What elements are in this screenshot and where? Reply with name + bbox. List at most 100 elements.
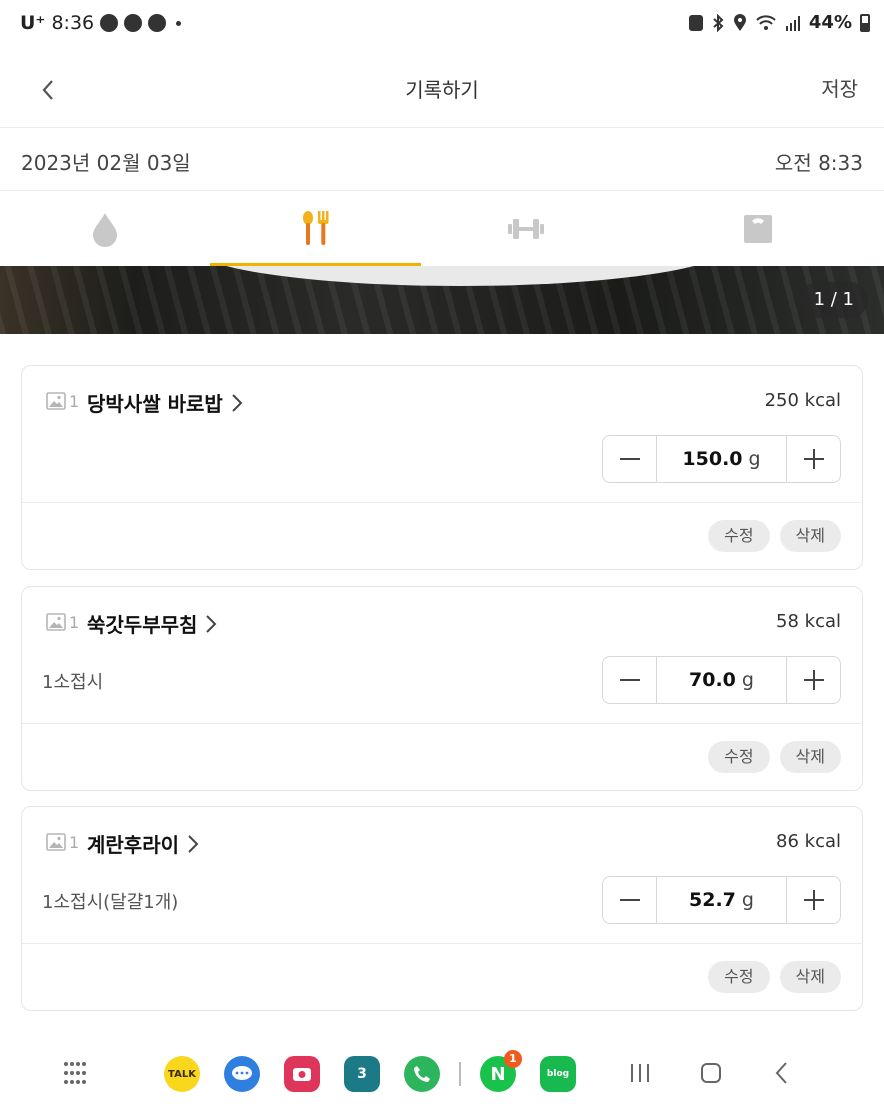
tab-meal[interactable] [210,192,422,266]
notification-icon [100,14,119,32]
page-title: 기록하기 [405,78,479,102]
food-kcal: 58 kcal [776,611,841,632]
app-drawer-button[interactable] [58,1058,92,1088]
chevron-right-icon [206,614,217,633]
amount-field[interactable]: 70.0 g [656,657,787,703]
amount-stepper: 70.0 g [602,656,841,704]
tab-exercise[interactable] [421,192,631,266]
chat-notification-icon [124,14,143,32]
plus-icon [803,890,824,910]
messenger-notification-icon [148,14,167,32]
back-arrow-icon [775,1062,787,1084]
phone-app-icon[interactable] [404,1056,440,1092]
food-card: 1 계란후라이 86 kcal 1소접시(달걀1개) 52.7 g 수정 삭제 [21,806,863,1011]
phone-icon [414,1066,430,1082]
food-name: 당박사쌀 바로밥 [87,392,223,416]
battery-icon [860,13,870,32]
grid-icon [64,1062,86,1084]
status-bar: U⁺ 8:36 44% [0,0,884,52]
plate-image [190,266,730,286]
camera-app-icon[interactable] [284,1056,320,1092]
more-notifications-icon [176,20,182,26]
photo-page-indicator: 1 / 1 [799,282,868,318]
location-icon [733,13,746,31]
minus-icon [619,458,640,460]
dumbbell-icon [508,219,545,239]
minus-icon [619,679,640,681]
image-icon [46,833,66,851]
carrier-label: U⁺ [20,12,46,34]
food-portion: 1소접시 [42,672,104,693]
amount-unit: g [741,889,754,911]
amount-unit: g [748,448,761,470]
decrease-button[interactable] [603,436,656,482]
delete-button[interactable]: 삭제 [779,741,841,773]
food-portion: 1소접시(달걀1개) [42,892,179,913]
food-kcal: 86 kcal [776,831,841,852]
system-dock: TALK 3 N 1 blog [0,1040,884,1104]
save-button[interactable]: 저장 [821,73,858,102]
blog-app-icon[interactable]: blog [540,1056,576,1092]
amount-unit: g [741,669,754,691]
naver-app-icon[interactable]: N 1 [480,1050,522,1092]
messages-app-icon[interactable] [224,1056,260,1092]
status-time: 8:36 [51,12,95,34]
date-time-row: 2023년 02월 03일 오전 8:33 [0,129,884,191]
amount-stepper: 52.7 g [602,876,841,924]
edit-button[interactable]: 수정 [708,520,770,552]
home-button[interactable] [694,1058,728,1088]
home-icon [701,1063,721,1083]
image-count: 1 [69,613,80,632]
system-back-button[interactable] [765,1058,799,1088]
naver-app-label: N [490,1063,506,1085]
notification-badge: 1 [504,1050,522,1068]
fork-spoon-icon [302,211,329,245]
calendar-app-icon[interactable]: 3 [344,1056,380,1092]
signal-icon [785,15,800,31]
food-name-link[interactable]: 당박사쌀 바로밥 [87,388,243,417]
amount-value: 52.7 [689,889,736,911]
meal-photo[interactable]: 1 / 1 [0,266,884,334]
amount-field[interactable]: 52.7 g [656,877,787,923]
food-name-link[interactable]: 계란후라이 [87,829,199,858]
amount-value: 150.0 [682,448,743,470]
minus-icon [619,899,640,901]
date-selector[interactable]: 2023년 02월 03일 [21,147,191,176]
decrease-button[interactable] [603,877,656,923]
amount-stepper: 150.0 g [602,435,841,483]
image-icon [46,392,66,410]
record-type-tabs [0,192,884,266]
app-header: 기록하기 저장 [0,52,884,128]
battery-percent: 44% [808,12,852,33]
time-selector[interactable]: 오전 8:33 [775,147,863,176]
scale-icon [743,215,772,243]
plus-icon [803,670,824,690]
chat-bubble-icon [232,1066,252,1080]
food-name: 계란후라이 [87,833,179,857]
tab-water[interactable] [0,192,210,266]
plus-icon [803,449,824,469]
decrease-button[interactable] [603,657,656,703]
increase-button[interactable] [787,436,840,482]
edit-button[interactable]: 수정 [708,961,770,993]
edit-button[interactable]: 수정 [708,741,770,773]
delete-button[interactable]: 삭제 [779,961,841,993]
chevron-right-icon [188,834,199,853]
image-count: 1 [69,392,80,411]
recent-apps-button[interactable] [623,1058,657,1088]
food-kcal: 250 kcal [764,390,841,411]
amount-field[interactable]: 150.0 g [656,436,787,482]
dock-divider [459,1062,461,1086]
water-drop-icon [93,213,118,247]
food-card: 1 당박사쌀 바로밥 250 kcal 150.0 g 수정 삭제 [21,365,863,570]
amount-value: 70.0 [689,669,736,691]
food-card: 1 쑥갓두부무침 58 kcal 1소접시 70.0 g 수정 삭제 [21,586,863,791]
increase-button[interactable] [787,657,840,703]
delete-button[interactable]: 삭제 [779,520,841,552]
increase-button[interactable] [787,877,840,923]
tab-weight[interactable] [631,192,884,266]
wifi-icon [756,14,776,30]
food-name-link[interactable]: 쑥갓두부무침 [87,609,217,638]
recents-icon [631,1064,649,1082]
kakaotalk-app-icon[interactable]: TALK [164,1056,200,1092]
